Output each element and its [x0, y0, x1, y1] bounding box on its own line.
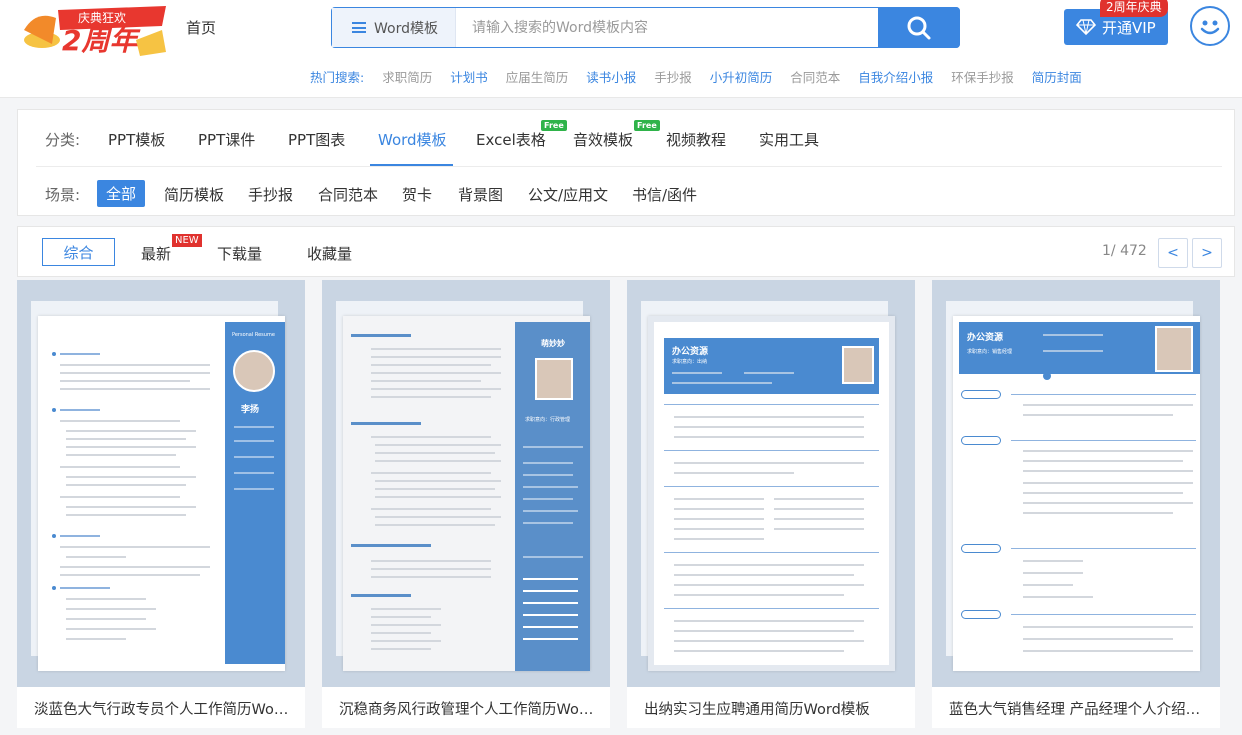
- hot-search-item[interactable]: 环保手抄报: [951, 70, 1014, 85]
- resume-name: 萌妙妙: [541, 339, 565, 348]
- next-page-button[interactable]: >: [1192, 238, 1222, 268]
- avatar: [842, 346, 874, 384]
- search-box: Word模板: [331, 7, 960, 48]
- resume-name: 李扬: [241, 405, 260, 415]
- site-logo[interactable]: 庆典狂欢 2周年: [16, 0, 172, 60]
- template-card[interactable]: 办公资源 求职意向：销售经理 蓝色大气销售经理 产品经理个人介绍简历Word模板: [932, 280, 1220, 728]
- hot-search-item[interactable]: 计划书: [450, 70, 488, 85]
- template-title[interactable]: 蓝色大气销售经理 产品经理个人介绍简历Word模板: [949, 698, 1205, 719]
- diamond-icon: [1076, 19, 1096, 36]
- search-type-label: Word模板: [374, 20, 438, 37]
- search-button[interactable]: [878, 7, 960, 48]
- resume-preview: 办公资源 求职意向：出纳: [648, 316, 895, 671]
- scene-contract[interactable]: 合同范本: [318, 184, 378, 205]
- scene-resume[interactable]: 简历模板: [164, 184, 224, 205]
- resume-name: 办公资源: [672, 347, 709, 357]
- avatar: [1155, 326, 1193, 372]
- menu-icon: [352, 22, 366, 33]
- svg-text:2周年: 2周年: [62, 24, 141, 57]
- divider: [36, 166, 1222, 167]
- vip-badge: 2周年庆典: [1100, 0, 1168, 17]
- sort-default[interactable]: 综合: [42, 238, 115, 266]
- search-type-select[interactable]: Word模板: [332, 8, 456, 47]
- category-tools[interactable]: 实用工具: [759, 129, 819, 150]
- hot-search-item[interactable]: 应届生简历: [506, 70, 569, 85]
- scene-label: 场景:: [45, 186, 81, 204]
- chevron-right-icon: >: [1201, 245, 1213, 261]
- hot-search-item[interactable]: 读书小报: [586, 70, 636, 85]
- top-header: 庆典狂欢 2周年 首页 Word模板 开通VIP 2周年庆典: [0, 0, 1242, 98]
- chevron-left-icon: <: [1167, 245, 1179, 261]
- scene-handcopy[interactable]: 手抄报: [248, 184, 293, 205]
- scene-all[interactable]: 全部: [97, 180, 146, 207]
- scene-background[interactable]: 背景图: [458, 184, 503, 205]
- scene-card[interactable]: 贺卡: [402, 184, 432, 205]
- template-title[interactable]: 淡蓝色大气行政专员个人工作简历Word模板: [34, 698, 290, 719]
- resume-name: 办公资源: [967, 333, 1004, 343]
- resume-preview: 萌妙妙 求职意向：行政管理: [343, 316, 590, 671]
- free-tag: Free: [634, 120, 660, 131]
- prev-page-button[interactable]: <: [1158, 238, 1188, 268]
- sort-bar: 综合 最新 NEW 下载量 收藏量 1/ 472 < >: [17, 226, 1235, 277]
- avatar: [233, 350, 275, 392]
- search-icon: [907, 16, 931, 39]
- sort-favorites[interactable]: 收藏量: [307, 243, 352, 264]
- category-audio[interactable]: 音效模板: [573, 129, 633, 150]
- search-input[interactable]: [472, 17, 872, 39]
- category-row: 分类: PPT模板 PPT课件 PPT图表 Word模板 Excel表格 Fre…: [18, 110, 1234, 167]
- avatar: [535, 358, 573, 400]
- category-excel[interactable]: Excel表格: [476, 129, 546, 150]
- resume-preview: Personal Resume 李扬: [38, 316, 285, 671]
- template-thumbnail[interactable]: 办公资源 求职意向：出纳: [627, 280, 915, 687]
- category-ppt-template[interactable]: PPT模板: [108, 129, 165, 150]
- category-label: 分类:: [45, 131, 81, 149]
- hot-search-item[interactable]: 手抄报: [654, 70, 692, 85]
- template-thumbnail[interactable]: 办公资源 求职意向：销售经理: [932, 280, 1220, 687]
- resume-subtitle: 求职意向：行政管理: [525, 417, 571, 423]
- template-card[interactable]: Personal Resume 李扬 淡蓝色大气行政专员个人工作简历Word模板: [17, 280, 305, 728]
- template-thumbnail[interactable]: Personal Resume 李扬: [17, 280, 305, 687]
- home-link[interactable]: 首页: [186, 17, 216, 38]
- template-card[interactable]: 萌妙妙 求职意向：行政管理 沉稳商务风行政管理个人工作简历Word模板: [322, 280, 610, 728]
- resume-preview: 办公资源 求职意向：销售经理: [953, 316, 1200, 671]
- resume-subtitle: 求职意向：出纳: [672, 359, 708, 365]
- page-indicator: 1/ 472: [1102, 243, 1147, 259]
- category-word-template[interactable]: Word模板: [378, 129, 447, 150]
- smiley-icon: [1200, 20, 1220, 35]
- sort-downloads[interactable]: 下载量: [217, 243, 262, 264]
- category-video[interactable]: 视频教程: [666, 129, 726, 150]
- hot-search-item[interactable]: 简历封面: [1032, 70, 1082, 85]
- hot-search-item[interactable]: 小升初简历: [710, 70, 773, 85]
- category-panel: 分类: PPT模板 PPT课件 PPT图表 Word模板 Excel表格 Fre…: [17, 109, 1235, 216]
- template-card[interactable]: 办公资源 求职意向：出纳 出纳实习生应聘通用简历Word模板: [627, 280, 915, 728]
- scene-official[interactable]: 公文/应用文: [528, 184, 608, 205]
- template-thumbnail[interactable]: 萌妙妙 求职意向：行政管理: [322, 280, 610, 687]
- template-title[interactable]: 出纳实习生应聘通用简历Word模板: [644, 698, 900, 719]
- hot-search-label: 热门搜索:: [310, 70, 365, 85]
- category-ppt-courseware[interactable]: PPT课件: [198, 129, 255, 150]
- hot-search-item[interactable]: 求职简历: [382, 70, 432, 85]
- new-tag: NEW: [172, 234, 202, 247]
- template-title[interactable]: 沉稳商务风行政管理个人工作简历Word模板: [339, 698, 595, 719]
- hot-search-item[interactable]: 合同范本: [790, 70, 840, 85]
- resume-subtitle: 求职意向：销售经理: [967, 349, 1013, 355]
- svg-text:庆典狂欢: 庆典狂欢: [78, 10, 126, 25]
- hot-search-item[interactable]: 自我介绍小报: [858, 70, 933, 85]
- resume-subtitle: Personal Resume: [232, 332, 275, 338]
- user-avatar[interactable]: [1190, 6, 1230, 46]
- free-tag: Free: [541, 120, 567, 131]
- vip-label: 开通VIP: [1102, 18, 1156, 37]
- category-ppt-chart[interactable]: PPT图表: [288, 129, 345, 150]
- scene-letters[interactable]: 书信/函件: [632, 184, 697, 205]
- sort-newest[interactable]: 最新: [141, 243, 171, 264]
- hot-search-row: 热门搜索: 求职简历 计划书 应届生简历 读书小报 手抄报 小升初简历 合同范本…: [310, 67, 1096, 86]
